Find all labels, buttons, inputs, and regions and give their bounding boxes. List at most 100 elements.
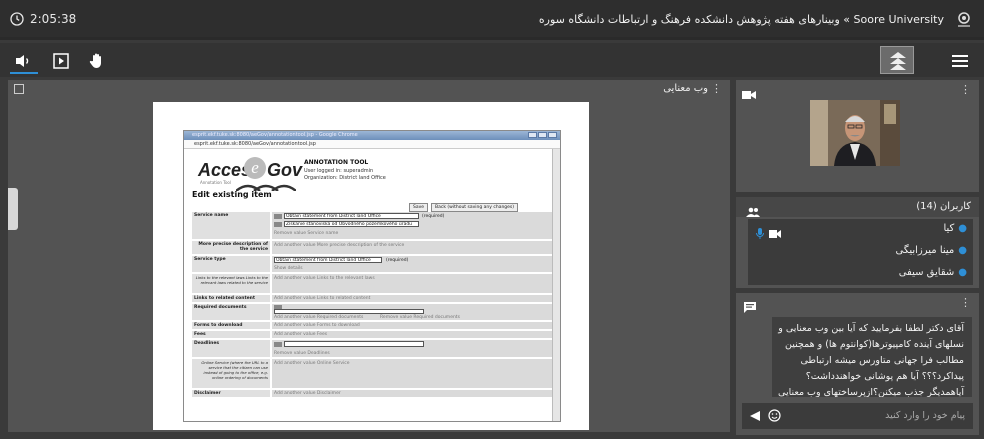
value-forms: Add another value Forms to download	[272, 322, 552, 330]
row-online: Online Service (where the URL to a servi…	[192, 359, 552, 389]
label-forms: Forms to download	[192, 322, 270, 330]
add-docs-link: Add another value Required documents	[274, 315, 364, 320]
input-name-sk: Získanie stanoviska od Obvodného pozemko…	[284, 221, 419, 227]
active-indicator	[10, 72, 38, 74]
camera-icon[interactable]	[742, 85, 756, 104]
value-deadlines: Remove value Deadlines	[272, 340, 552, 358]
user-name: مینا میرزابیگی	[895, 245, 955, 256]
flag-en-icon	[274, 214, 282, 219]
save-button: Save	[409, 203, 429, 212]
emoji-icon[interactable]	[768, 409, 781, 422]
value-links-relevant: Add another value Links to the relevant …	[272, 274, 552, 294]
form-page: Access e Gov Annotation Tool ANNOTATION …	[184, 149, 552, 421]
user-icon: ●	[958, 267, 967, 278]
row-fees: Fees Add another value Fees	[192, 331, 552, 339]
chat-icon	[744, 298, 756, 317]
toolbar	[0, 43, 984, 77]
browser-address: esprit.ekf.tuke.sk:8080/aeGov/annotation…	[184, 140, 560, 149]
row-disclaimer: Disclaimer Add another value Disclaimer	[192, 390, 552, 398]
chat-options-icon[interactable]: ⋮	[960, 296, 971, 309]
value-links-related: Add another value Links to related conte…	[272, 295, 552, 303]
users-title: کاربران (14)	[916, 201, 971, 212]
label-fees: Fees	[192, 331, 270, 339]
user-item[interactable]: ● کیا	[943, 223, 967, 234]
chat-messages: آقای دکتر لطفا بفرمایید که آیا بین وب مع…	[772, 317, 972, 397]
user-item[interactable]: ● مینا میرزابیگی	[895, 245, 967, 256]
webcam-video	[810, 100, 900, 166]
more-options-icon[interactable]: ⋮	[711, 82, 722, 95]
slide: esprit.ekf.tuke.sk:8080/aeGov/annotation…	[153, 102, 589, 430]
add-online-link: Add another value Online Service	[274, 361, 350, 366]
send-icon[interactable]	[749, 410, 761, 422]
user-item[interactable]: ● شقایق سیفی	[899, 267, 967, 278]
browser-scrollbar	[552, 149, 560, 421]
label-links-relevant: Links to the relevant laws Links to the …	[192, 274, 270, 294]
menu-icon[interactable]	[952, 53, 968, 72]
back-button: Back (without saving any changes)	[431, 203, 519, 212]
remove-name-link: Remove value Service name	[274, 231, 339, 236]
top-bar: 2:05:38 Soore University » وبینارهای هفت…	[0, 0, 984, 40]
value-precise-desc: Add another value More precise descripti…	[272, 241, 552, 255]
user-name: شقایق سیفی	[898, 267, 955, 278]
user-camera-icon	[769, 229, 781, 238]
required-note-type: (required)	[386, 258, 409, 263]
play-frame-icon[interactable]	[52, 52, 70, 70]
logo-gov: Gov	[267, 160, 303, 180]
label-service-name: Service name	[192, 212, 270, 240]
row-service-type: Service type Obtain statement from Distr…	[192, 256, 552, 273]
university-logo-icon[interactable]	[954, 10, 974, 34]
row-links-related: Links to related content Add another val…	[192, 295, 552, 303]
flag-deadlines-icon	[274, 342, 282, 347]
edit-title: Edit existing item	[192, 190, 272, 199]
label-precise-desc: More precise description of the service	[192, 241, 270, 255]
presentation-panel: وب معنایی ⋮ esprit.ekf.tuke.sk:8080/aeGo…	[8, 80, 730, 432]
side-panel-toggle[interactable]	[8, 188, 18, 230]
value-service-type: Obtain statement from District land Offi…	[272, 256, 552, 273]
clock-icon	[10, 12, 24, 26]
user-icon: ●	[958, 223, 967, 234]
users-header: کاربران (14)	[736, 197, 979, 217]
browser-titlebar: esprit.ekf.tuke.sk:8080/aeGov/annotation…	[184, 131, 560, 140]
clock-text: 2:05:38	[30, 12, 77, 26]
add-disclaimer-link: Add another value Disclaimer	[274, 391, 341, 396]
add-forms-link: Add another value Forms to download	[274, 323, 360, 328]
row-deadlines: Deadlines Remove value Deadlines	[192, 340, 552, 358]
video-panel: ⋮	[736, 80, 979, 192]
chat-message: آقای دکتر لطفا بفرمایید که آیا بین وب مع…	[778, 323, 964, 397]
presentation-title: وب معنایی	[663, 83, 708, 94]
session-timer: 2:05:38	[10, 12, 76, 26]
org-line: Organization: District land Office	[304, 175, 386, 181]
hand-icon[interactable]	[88, 52, 106, 70]
chat-input-bar[interactable]: پیام خود را وارد کنید	[742, 403, 973, 429]
microphone-icon	[756, 228, 764, 239]
speaker-icon[interactable]	[14, 52, 32, 70]
logo-badge[interactable]	[880, 46, 914, 74]
remove-docs-link: Remove value Required documents	[380, 315, 460, 320]
input-name-en: Obtain statement from District land Offi…	[284, 213, 419, 219]
value-required-docs: Add another value Required documents Rem…	[272, 304, 552, 321]
user-name: کیا	[943, 223, 955, 234]
chat-panel: ⋮ آقای دکتر لطفا بفرمایید که آیا بین وب …	[736, 293, 979, 435]
app-root: 2:05:38 Soore University » وبینارهای هفت…	[0, 0, 984, 439]
label-service-type: Service type	[192, 256, 270, 273]
logo-tagline: Annotation Tool	[200, 180, 231, 185]
value-disclaimer: Add another value Disclaimer	[272, 390, 552, 398]
fullscreen-icon[interactable]	[14, 84, 24, 94]
tool-title: ANNOTATION TOOL	[304, 159, 369, 166]
meeting-title: Soore University » وبینارهای هفته پژوهش …	[538, 13, 944, 26]
label-links-related: Links to related content	[192, 295, 270, 303]
chat-input[interactable]: پیام خود را وارد کنید	[885, 410, 965, 421]
label-disclaimer: Disclaimer	[192, 390, 270, 398]
add-links-link: Add another value Links to the relevant …	[274, 276, 375, 281]
input-deadlines	[284, 341, 424, 347]
video-options-icon[interactable]: ⋮	[960, 83, 971, 96]
value-online: Add another value Online Service	[272, 359, 552, 389]
user-line: User logged in: superadmin	[304, 168, 374, 174]
add-fees-link: Add another value Fees	[274, 332, 328, 337]
value-service-name: Obtain statement from District land Offi…	[272, 212, 552, 240]
show-details-link: Show details	[274, 266, 303, 271]
input-docs	[274, 309, 424, 314]
user-icon: ●	[958, 245, 967, 256]
add-precise-link: Add another value More precise descripti…	[274, 243, 405, 248]
presentation-header: وب معنایی ⋮	[8, 80, 730, 98]
